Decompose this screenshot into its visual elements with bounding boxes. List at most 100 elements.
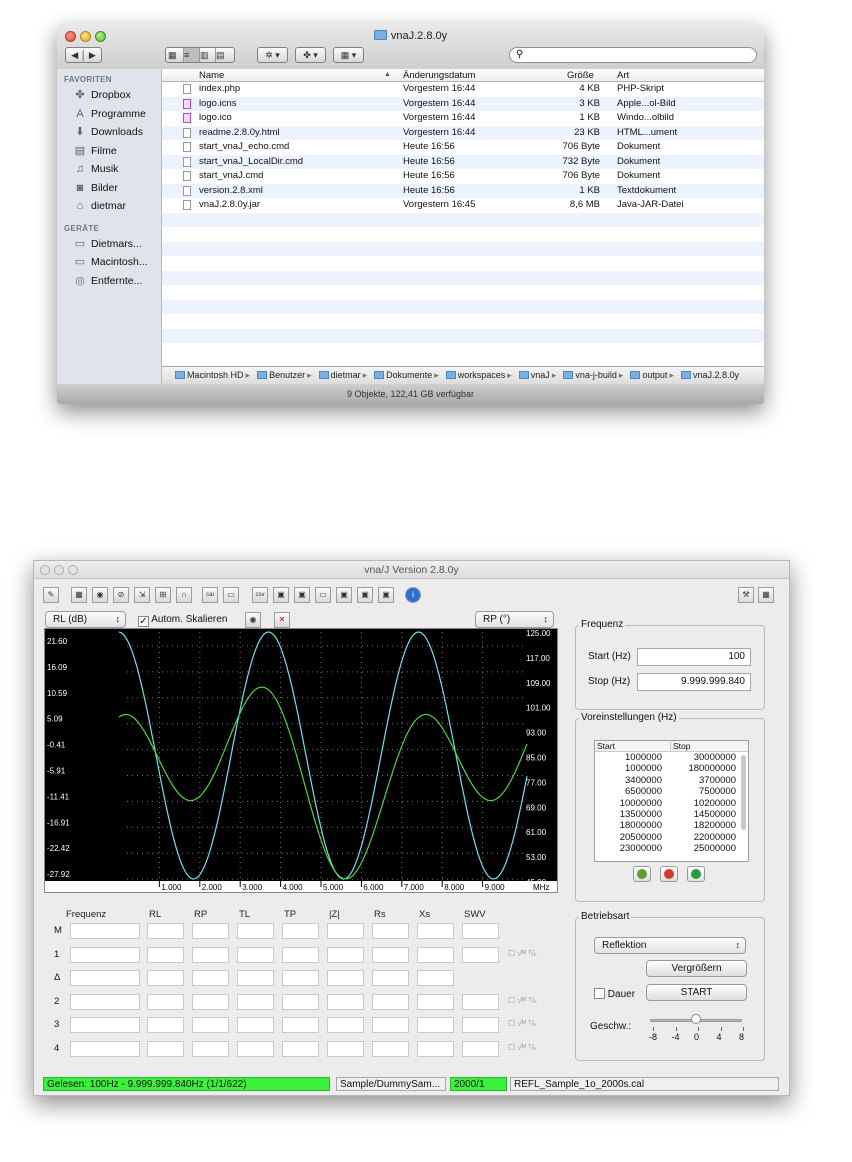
sidebar-item[interactable]: ▤ Filme	[57, 142, 161, 161]
zoom-in-button[interactable]: Vergrößern	[646, 960, 747, 977]
preset-row[interactable]: 13500000 14500000	[595, 809, 748, 820]
image-icon[interactable]: ▣	[357, 587, 373, 603]
path-item[interactable]: Benutzer	[269, 370, 305, 380]
close-button[interactable]	[40, 565, 50, 575]
left-scale-select[interactable]: RL (dB)	[45, 611, 126, 628]
column-size[interactable]: Größe	[567, 70, 594, 81]
delete-preset-button[interactable]	[660, 866, 678, 882]
right-scale-select[interactable]: RP (°)	[475, 611, 554, 628]
file-row[interactable]: index.php Vorgestern 16:44 4 KB PHP-Skript	[162, 82, 764, 97]
preset-start: 3400000	[625, 774, 662, 786]
sidebar-item[interactable]: ▭ Macintosh...	[57, 253, 161, 272]
coverflow-view-icon[interactable]: ▤	[216, 48, 232, 62]
view-mode-segment[interactable]: ▦ ≡ ▥ ▤	[165, 47, 235, 63]
signal-icon[interactable]: ◉	[92, 587, 108, 603]
scan-icon[interactable]: ▦	[71, 587, 87, 603]
file-row[interactable]: logo.icns Vorgestern 16:44 3 KB Apple...ol-…	[162, 96, 764, 111]
dropbox-button[interactable]: ✤ ▾	[295, 47, 326, 63]
snp-icon[interactable]: ▭	[315, 587, 331, 603]
autoscale-checkbox[interactable]: ✓ Autom. Skalieren	[138, 614, 227, 627]
path-item[interactable]: output	[642, 370, 667, 380]
path-item[interactable]: vnaJ	[531, 370, 550, 380]
rescale-target-icon[interactable]: ◉	[245, 612, 261, 628]
preset-row[interactable]: 23000000 25000000	[595, 843, 748, 854]
add-preset-button[interactable]	[633, 866, 651, 882]
preset-row[interactable]: 18000000 18200000	[595, 820, 748, 831]
xml-file-icon	[183, 185, 191, 196]
file-row[interactable]: version.2.8.xml Heute 16:56 1 KB Textdokume…	[162, 183, 764, 198]
column-name[interactable]: Name	[199, 70, 224, 81]
path-item[interactable]: vnaJ.2.8.0y	[693, 370, 739, 380]
sidebar-item[interactable]: ✤ Dropbox	[57, 86, 161, 105]
start-frequency-field[interactable]: 100	[637, 648, 751, 666]
preset-row[interactable]: 10000000 10200000	[595, 798, 748, 809]
slider-thumb[interactable]	[691, 1014, 701, 1024]
folder-open-icon[interactable]: ▭	[223, 587, 239, 603]
search-field[interactable]: ⚲	[509, 47, 757, 63]
marker-options-icon[interactable]: ☐ √ᴹ ᵀ/ₖ	[508, 996, 537, 1005]
excel-icon[interactable]: ▣	[336, 587, 352, 603]
path-item[interactable]: Macintosh HD	[187, 370, 244, 380]
stop-frequency-field[interactable]: 9.999.999.840	[637, 673, 751, 691]
sidebar-item[interactable]: A Programme	[57, 105, 161, 124]
file-row[interactable]: start_vnaJ_echo.cmd Heute 16:56 706 Byte Do…	[162, 140, 764, 155]
preset-row[interactable]: 1000000 30000000	[595, 752, 748, 763]
marker-options-icon[interactable]: ☐ √ᴹ ᵀ/ₖ	[508, 1019, 537, 1028]
path-item[interactable]: vna-j-build	[575, 370, 617, 380]
sidebar-item[interactable]: ◙ Bilder	[57, 179, 161, 198]
zoom-button[interactable]	[68, 565, 78, 575]
sidebar-item[interactable]: ⬇ Downloads	[57, 123, 161, 142]
cal-icon[interactable]: cal	[202, 587, 218, 603]
path-item[interactable]: workspaces	[458, 370, 506, 380]
sidebar-item[interactable]: ◎ Entfernte...	[57, 272, 161, 291]
presets-scrollbar[interactable]	[741, 755, 746, 830]
file-row[interactable]: start_vnaJ_LocalDir.cmd Heute 16:56 732 By…	[162, 154, 764, 169]
mode-select[interactable]: Reflektion	[594, 937, 746, 954]
chart-icon[interactable]: ▣	[378, 587, 394, 603]
column-date[interactable]: Änderungsdatum	[403, 70, 475, 81]
continuous-checkbox[interactable]: Dauer	[594, 988, 635, 1000]
icon-view-icon[interactable]: ▦	[168, 48, 184, 62]
csv-icon[interactable]: csv	[252, 587, 268, 603]
sidebar-item[interactable]: ⌂ dietmar	[57, 197, 161, 216]
column-view-icon[interactable]: ▥	[200, 48, 216, 62]
cable-icon[interactable]: ∩	[176, 587, 192, 603]
export-icon[interactable]: ⇲	[134, 587, 150, 603]
file-name: start_vnaJ.cmd	[199, 170, 264, 181]
preset-row[interactable]: 20500000 22000000	[595, 832, 748, 843]
load-preset-button[interactable]	[687, 866, 705, 882]
file-row[interactable]: logo.ico Vorgestern 16:44 1 KB Windo...olbi…	[162, 111, 764, 126]
minimize-button[interactable]	[54, 565, 64, 575]
file-row[interactable]: start_vnaJ.cmd Heute 16:56 706 Byte Dokumen…	[162, 169, 764, 184]
arrange-button[interactable]: ▦ ▾	[333, 47, 364, 63]
grid-icon[interactable]: ▦	[758, 587, 774, 603]
settings-tools-icon[interactable]: ⚒	[738, 587, 754, 603]
preset-row[interactable]: 1000000 180000000	[595, 763, 748, 774]
back-forward-buttons[interactable]: ◀ │ ▶	[65, 47, 102, 63]
antenna-icon[interactable]: ✎	[43, 587, 59, 603]
column-kind[interactable]: Art	[617, 70, 629, 81]
path-item[interactable]: dietmar	[331, 370, 361, 380]
start-button[interactable]: START	[646, 984, 747, 1001]
presets-table[interactable]: Start Stop 1000000 30000000 1000000 1800000…	[594, 740, 749, 862]
preset-row[interactable]: 6500000 7500000	[595, 786, 748, 797]
export-icon[interactable]: ▣	[273, 587, 289, 603]
speed-slider[interactable]: -8 -4 0 4 8	[649, 1014, 744, 1045]
clock-icon[interactable]: ⊘	[113, 587, 129, 603]
file-row[interactable]: readme.2.8.0y.html Vorgestern 16:44 23 KB H…	[162, 125, 764, 140]
path-item[interactable]: Dokumente	[386, 370, 432, 380]
right-tick-label: 53.00	[526, 853, 547, 862]
layout-icon[interactable]: ⊞	[155, 587, 171, 603]
file-row[interactable]: vnaJ.2.8.0y.jar Vorgestern 16:45 8,6 MB Jav…	[162, 198, 764, 213]
action-gear-button[interactable]: ✲ ▾	[257, 47, 288, 63]
info-icon[interactable]: i	[405, 587, 421, 603]
marker-options-icon[interactable]: ☐ √ᴹ ᵀ/ₖ	[508, 949, 537, 958]
sidebar-item[interactable]: ♫ Musik	[57, 160, 161, 179]
marker-clear-icon[interactable]: ✕	[274, 612, 290, 628]
diagram-plot[interactable]: 21.60 16.09 10.59 5.09 -0.41 -5.91 -11.41 -16.9…	[44, 628, 558, 893]
sidebar-item[interactable]: ▭ Dietmars...	[57, 235, 161, 254]
list-view-icon[interactable]: ≡	[184, 48, 200, 62]
pdf-icon[interactable]: ▣	[294, 587, 310, 603]
preset-row[interactable]: 3400000 3700000	[595, 775, 748, 786]
marker-options-icon[interactable]: ☐ √ᴹ ᵀ/ₖ	[508, 1043, 537, 1052]
